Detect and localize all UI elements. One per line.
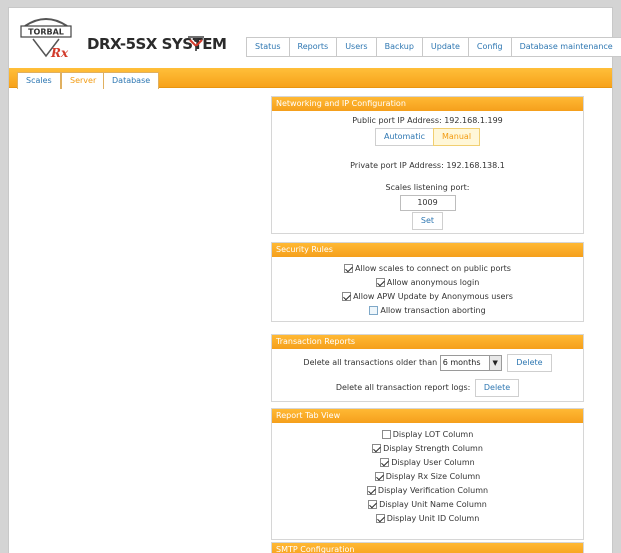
rule-public-ports-checkbox[interactable] xyxy=(344,264,354,273)
col-rx-size-checkbox[interactable] xyxy=(374,472,384,481)
smtp-panel: SMTP Configuration xyxy=(271,542,584,553)
col-rx-size-label: Display Rx Size Column xyxy=(385,472,481,481)
tab-server[interactable]: Server xyxy=(61,72,106,89)
rule-anonymous-login-label: Allow anonymous login xyxy=(386,278,480,287)
rule-apw-update-checkbox[interactable] xyxy=(342,292,352,301)
col-strength-checkbox[interactable] xyxy=(372,444,382,453)
rule-anonymous-login-checkbox[interactable] xyxy=(375,278,385,287)
delete-older-label: Delete all transactions older than xyxy=(303,358,438,367)
delete-logs-button[interactable]: Delete xyxy=(474,379,520,397)
scale-icon xyxy=(188,36,204,51)
delete-logs-row: Delete all transaction report logs: Dele… xyxy=(272,379,583,397)
rule-transaction-aborting-checkbox[interactable] xyxy=(369,306,379,315)
smtp-title: SMTP Configuration xyxy=(272,543,583,553)
delete-older-row: Delete all transactions older than 6 mon… xyxy=(272,354,583,372)
svg-text:TORBAL: TORBAL xyxy=(28,28,64,37)
col-strength-label: Display Strength Column xyxy=(383,444,483,453)
set-row: Set xyxy=(272,212,583,230)
top-navigation: Status Reports Users Backup Update Confi… xyxy=(246,37,621,57)
col-lot: Display LOT Column xyxy=(272,429,583,440)
col-user-label: Display User Column xyxy=(391,458,475,467)
public-ip-label: Public port IP Address: 192.168.1.199 xyxy=(352,116,503,125)
config-tab-bar: Scales Server Database xyxy=(9,68,612,89)
nav-database-maintenance[interactable]: Database maintenance xyxy=(510,37,621,57)
app-window: TORBAL Rx DRX-5SX SYSTEM Status Reports … xyxy=(8,7,621,553)
manual-button[interactable]: Manual xyxy=(432,128,481,146)
port-input[interactable]: 1009 xyxy=(399,195,456,211)
col-lot-checkbox[interactable] xyxy=(381,430,391,439)
nav-update[interactable]: Update xyxy=(421,37,469,57)
col-unit-id-label: Display Unit ID Column xyxy=(386,514,480,523)
report-view-title: Report Tab View xyxy=(272,409,583,423)
tab-database[interactable]: Database xyxy=(103,72,160,89)
col-unit-id: Display Unit ID Column xyxy=(272,513,583,524)
rule-transaction-aborting: Allow transaction aborting xyxy=(272,305,583,316)
rule-transaction-aborting-label: Allow transaction aborting xyxy=(380,306,486,315)
col-unit-name-label: Display Unit Name Column xyxy=(379,500,487,509)
col-unit-id-checkbox[interactable] xyxy=(375,514,385,523)
delete-transactions-button[interactable]: Delete xyxy=(507,354,552,372)
col-rx-size: Display Rx Size Column xyxy=(272,471,583,482)
col-user-checkbox[interactable] xyxy=(380,458,390,467)
chevron-down-icon: ▼ xyxy=(488,355,501,370)
col-unit-name: Display Unit Name Column xyxy=(272,499,583,510)
torbal-logo: TORBAL Rx xyxy=(20,18,72,60)
col-verification-checkbox[interactable] xyxy=(366,486,376,495)
report-view-panel: Report Tab View Display LOT Column Displ… xyxy=(271,408,584,540)
col-lot-label: Display LOT Column xyxy=(392,430,474,439)
port-input-row: 1009 xyxy=(272,195,583,211)
tab-scales[interactable]: Scales xyxy=(17,72,61,89)
nav-status[interactable]: Status xyxy=(246,37,290,57)
svg-text:Rx: Rx xyxy=(50,46,69,60)
rule-anonymous-login: Allow anonymous login xyxy=(272,277,583,288)
col-strength: Display Strength Column xyxy=(272,443,583,454)
period-select[interactable]: 6 months ▼ xyxy=(439,354,502,371)
ip-mode-toggle: Automatic Manual xyxy=(272,128,583,146)
period-value: 6 months xyxy=(442,357,481,367)
nav-backup[interactable]: Backup xyxy=(375,37,423,57)
networking-title: Networking and IP Configuration xyxy=(272,97,583,111)
transactions-panel: Transaction Reports Delete all transacti… xyxy=(271,334,584,402)
security-title: Security Rules xyxy=(272,243,583,257)
nav-reports[interactable]: Reports xyxy=(288,37,338,57)
port-label: Scales listening port: xyxy=(385,183,470,192)
security-panel: Security Rules Allow scales to connect o… xyxy=(271,242,584,322)
rule-public-ports-label: Allow scales to connect on public ports xyxy=(355,264,511,273)
col-verification: Display Verification Column xyxy=(272,485,583,496)
transactions-title: Transaction Reports xyxy=(272,335,583,349)
rule-apw-update-label: Allow APW Update by Anonymous users xyxy=(353,292,513,301)
private-ip-label: Private port IP Address: 192.168.138.1 xyxy=(350,161,505,170)
col-verification-label: Display Verification Column xyxy=(377,486,489,495)
rule-public-ports: Allow scales to connect on public ports xyxy=(272,263,583,274)
nav-config[interactable]: Config xyxy=(467,37,512,57)
system-title: DRX-5SX SYSTEM xyxy=(87,35,227,53)
nav-users[interactable]: Users xyxy=(336,37,377,57)
col-user: Display User Column xyxy=(272,457,583,468)
col-unit-name-checkbox[interactable] xyxy=(368,500,378,509)
rule-apw-update: Allow APW Update by Anonymous users xyxy=(272,291,583,302)
networking-panel: Networking and IP Configuration Public p… xyxy=(271,96,584,234)
delete-logs-label: Delete all transaction report logs: xyxy=(335,383,471,392)
automatic-button[interactable]: Automatic xyxy=(374,128,434,146)
set-port-button[interactable]: Set xyxy=(411,212,444,230)
